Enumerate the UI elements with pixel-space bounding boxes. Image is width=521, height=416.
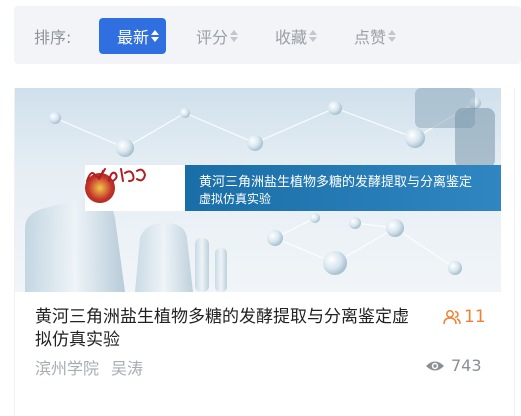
- sort-likes-label: 点赞: [354, 28, 387, 47]
- sort-arrows-icon: [309, 29, 318, 43]
- experiment-card[interactable]: 黄河三角洲盐生植物多糖的发酵提取与分离鉴定 虚拟仿真实验 黄河三角洲盐生植物多糖…: [14, 88, 515, 416]
- sort-likes-button[interactable]: 点赞: [354, 18, 397, 54]
- card-banner: 黄河三角洲盐生植物多糖的发酵提取与分离鉴定 虚拟仿真实验: [85, 165, 501, 211]
- sort-arrows-icon: [151, 29, 160, 43]
- sort-arrows-icon: [230, 29, 239, 43]
- sort-bar: 排序: 最新 评分 收藏 点赞: [14, 6, 521, 64]
- sort-arrows-icon: [388, 29, 397, 43]
- banner-title-line1: 黄河三角洲盐生植物多糖的发酵提取与分离鉴定: [199, 175, 473, 190]
- view-count-value: 743: [451, 356, 482, 375]
- university-logo-calligraphy: [86, 168, 147, 182]
- banner-title-line2: 虚拟仿真实验: [199, 192, 272, 206]
- eye-icon: [426, 361, 444, 370]
- users-icon: [443, 310, 461, 325]
- card-author: 吴涛: [111, 359, 144, 378]
- member-count: 11: [443, 307, 486, 327]
- card-meta: 滨州学院 吴涛: [35, 355, 143, 379]
- card-title[interactable]: 黄河三角洲盐生植物多糖的发酵提取与分离鉴定虚拟仿真实验: [35, 306, 415, 352]
- view-count: 743: [425, 356, 482, 375]
- sort-newest-button[interactable]: 最新: [99, 18, 167, 54]
- sort-newest-label: 最新: [117, 28, 150, 47]
- banner-logo-area: [85, 165, 185, 211]
- sort-favorites-button[interactable]: 收藏: [275, 18, 318, 54]
- sort-rating-label: 评分: [196, 28, 229, 47]
- card-cover-image[interactable]: 黄河三角洲盐生植物多糖的发酵提取与分离鉴定 虚拟仿真实验: [15, 88, 501, 292]
- member-count-value: 11: [464, 307, 486, 327]
- sort-label: 排序:: [34, 28, 72, 47]
- card-institution: 滨州学院: [35, 359, 100, 378]
- sort-favorites-label: 收藏: [275, 28, 308, 47]
- sort-rating-button[interactable]: 评分: [196, 18, 239, 54]
